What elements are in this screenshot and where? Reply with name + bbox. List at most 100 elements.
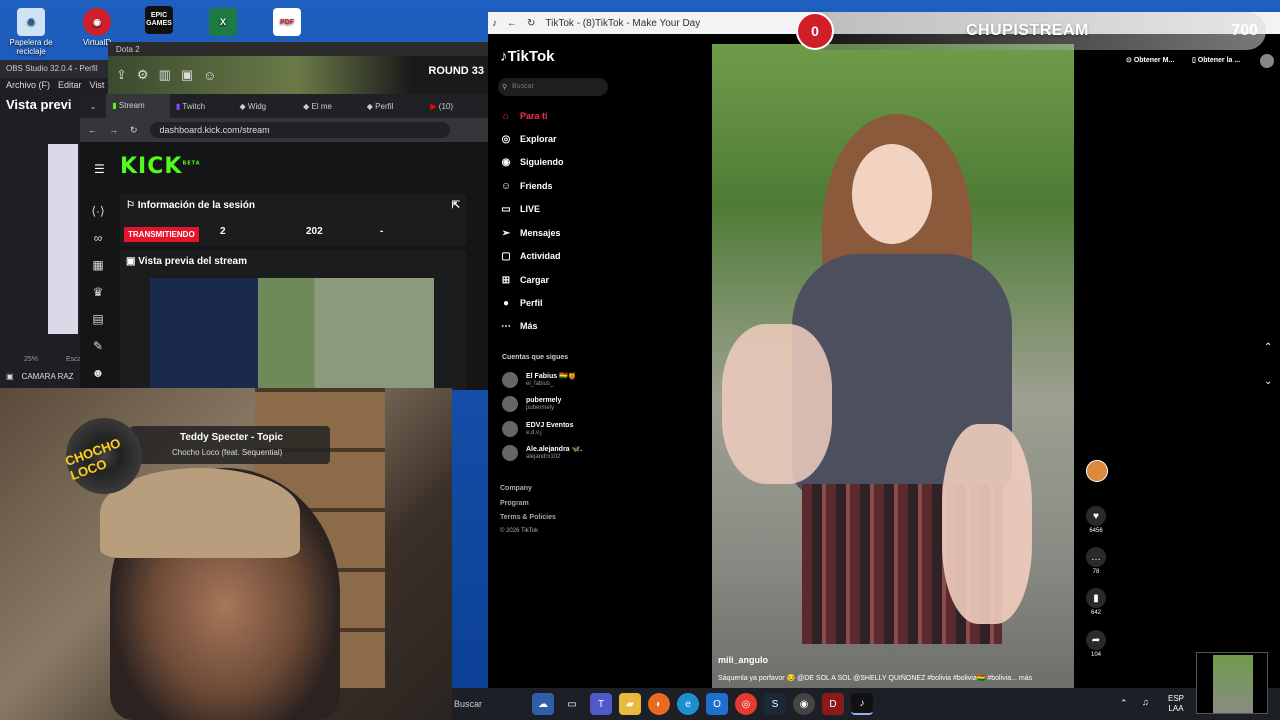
desktop-icon-excel[interactable]: X — [194, 4, 252, 38]
taskbar-preview-thumbnail[interactable] — [1196, 652, 1268, 714]
back-icon[interactable]: ← — [507, 18, 517, 29]
nav-cargar[interactable]: ⊞ Cargar — [500, 274, 549, 286]
desktop-icon-pdf[interactable]: PDF — [258, 4, 316, 38]
chevron-down-icon[interactable]: ⌄ — [80, 102, 106, 111]
popout-icon[interactable]: ⇱ — [452, 200, 460, 211]
like-button[interactable]: ♥ 6456 — [1084, 506, 1108, 534]
video-description: Sáquenla ya porfavor 😏 @DE SOL A SOL @SH… — [718, 675, 1033, 682]
bookmark-icon: ▮ — [1086, 588, 1106, 608]
nav-live[interactable]: ▭ LIVE — [500, 203, 540, 215]
reload-icon[interactable]: ↻ — [527, 18, 535, 29]
get-app-link[interactable]: ⊙ Obtener M... — [1126, 56, 1174, 64]
nav-siguiendo[interactable]: ◉ Siguiendo — [500, 156, 564, 168]
users-icon[interactable]: ☻ — [80, 360, 116, 387]
scroll-down-icon[interactable]: ⌄ — [1264, 376, 1272, 387]
widgets-icon[interactable]: ☁ — [532, 693, 554, 715]
video-player[interactable]: mili_angulo Sáquenla ya porfavor 😏 @DE S… — [712, 44, 1074, 688]
nav-mas[interactable]: ⋯ Más — [500, 320, 538, 332]
upload-icon: ⊞ — [501, 274, 511, 286]
controller-icon[interactable]: ☺ — [203, 68, 216, 83]
reload-icon[interactable]: ↻ — [130, 125, 138, 136]
kick-tab-icon: ▮ — [112, 101, 119, 110]
menu-editar[interactable]: Editar — [58, 80, 82, 92]
following-item[interactable]: EDVJ Eventos e.d.v.j — [502, 421, 573, 437]
back-icon[interactable]: ← — [88, 125, 97, 135]
taskbar-search[interactable]: Buscar — [452, 699, 532, 709]
desktop-icon-virtuald[interactable]: ◉ VirtualD — [68, 4, 126, 47]
teams-icon[interactable]: T — [590, 693, 612, 715]
firefox-icon[interactable]: ◐ — [648, 693, 670, 715]
gear-icon[interactable]: ⚙ — [137, 67, 149, 83]
video-subject-face — [852, 144, 932, 244]
profile-avatar[interactable] — [1260, 54, 1274, 68]
nav-actividad[interactable]: ▢ Actividad — [500, 250, 560, 262]
calendar-icon[interactable]: ▦ — [80, 252, 116, 279]
wrench-icon[interactable]: ✎ — [80, 333, 116, 360]
obs-icon[interactable]: ◉ — [793, 693, 815, 715]
footer-company[interactable]: Company — [500, 485, 532, 492]
tab-stream[interactable]: ▮ Stream — [106, 94, 170, 118]
nav-friends[interactable]: ☺ Friends — [500, 180, 553, 192]
nav-explorar[interactable]: ◎ Explorar — [500, 133, 557, 145]
video-username[interactable]: mili_angulo — [718, 655, 768, 665]
session-title: ⚐ Información de la sesión ⇱ — [126, 200, 460, 211]
viewer-count: 2 — [220, 226, 226, 237]
microphone-icon[interactable]: ♫ — [1142, 697, 1149, 707]
outlook-icon[interactable]: O — [706, 693, 728, 715]
pdf-icon: PDF — [273, 8, 301, 36]
tiktok-sidebar: ♪TikTok Buscar ⚲ ⌂ Para ti ◎ Explorar ◉ Sig… — [488, 34, 616, 688]
link-icon[interactable]: ∞ — [80, 225, 116, 252]
video-subject-hand — [942, 424, 1032, 624]
dota-icon[interactable]: D — [822, 693, 844, 715]
tab-widget[interactable]: ◆ Widg — [234, 102, 298, 111]
tab-youtube[interactable]: ▶ (10) — [424, 102, 488, 111]
footer-terms[interactable]: Terms & Policies — [500, 514, 556, 521]
get-app-link-2[interactable]: ▯ Obtener la ... — [1192, 56, 1240, 64]
chrome-icon[interactable]: ◎ — [735, 693, 757, 715]
edge-icon[interactable]: e — [677, 693, 699, 715]
tray-chevron-icon[interactable]: ⌃ — [1120, 698, 1128, 709]
tab-perfil[interactable]: ◆ Perfil — [361, 102, 425, 111]
upload-icon[interactable]: ⇪ — [116, 67, 127, 83]
stats-icon[interactable]: ▥ — [159, 67, 171, 83]
language-indicator[interactable]: ESP LAA — [1168, 694, 1184, 714]
task-view-icon[interactable]: ▭ — [561, 693, 583, 715]
nav-mensajes[interactable]: ➢ Mensajes — [500, 227, 561, 239]
tiktok-logo[interactable]: ♪TikTok — [500, 48, 554, 65]
tab-twitch[interactable]: ▮ Twitch — [170, 102, 234, 111]
following-item[interactable]: Ale.alejandra 🦋. alejandrx102 — [502, 445, 582, 461]
cube-icon[interactable]: ▣ — [181, 67, 193, 83]
hamburger-menu-icon[interactable]: ☰ — [94, 162, 105, 176]
following-header: Cuentas que sigues — [502, 354, 569, 361]
footer-program[interactable]: Program — [500, 500, 529, 507]
share-button[interactable]: ➦ 104 — [1084, 630, 1108, 658]
desktop-icon-epic[interactable]: EPIC GAMES — [130, 2, 188, 36]
avatar — [502, 445, 518, 461]
menu-vista[interactable]: Vist — [90, 80, 105, 92]
trophy-icon[interactable]: ♛ — [80, 279, 116, 306]
nav-para-ti[interactable]: ⌂ Para ti — [500, 110, 548, 122]
creator-avatar[interactable] — [1086, 460, 1108, 482]
search-input[interactable]: Buscar — [498, 78, 608, 96]
follower-count: 202 — [306, 226, 323, 237]
url-input[interactable]: dashboard.kick.com/stream — [149, 122, 450, 138]
folder-icon[interactable]: ▰ — [619, 693, 641, 715]
camera-icon: ▣ — [6, 372, 14, 381]
desktop-icon-recycle-bin[interactable]: ♻ Papelera de reciclaje — [2, 4, 60, 56]
overlay-points: 700 — [1231, 22, 1258, 39]
preview-panel: ▣ Vista previa del stream — [120, 250, 466, 390]
layout-icon[interactable]: ▤ — [80, 306, 116, 333]
obs-source[interactable]: ▣ CAMARA RAZ — [6, 372, 74, 381]
tab-el-me[interactable]: ◆ El me — [297, 102, 361, 111]
comment-button[interactable]: … 78 — [1084, 547, 1108, 575]
forward-icon[interactable]: → — [109, 125, 118, 135]
bookmark-button[interactable]: ▮ 642 — [1084, 588, 1108, 616]
tiktok-icon[interactable]: ♪ — [851, 693, 873, 715]
following-item[interactable]: El Fabius 🇧🇴🍯 el_fabius_ — [502, 372, 577, 388]
following-item[interactable]: pubermely pubermely — [502, 396, 561, 412]
scroll-up-icon[interactable]: ⌃ — [1264, 342, 1272, 353]
steam-icon[interactable]: S — [764, 693, 786, 715]
menu-archivo[interactable]: Archivo (F) — [6, 80, 50, 92]
stream-icon[interactable]: ⟨·⟩ — [80, 198, 116, 225]
nav-perfil[interactable]: ● Perfil — [500, 297, 543, 309]
